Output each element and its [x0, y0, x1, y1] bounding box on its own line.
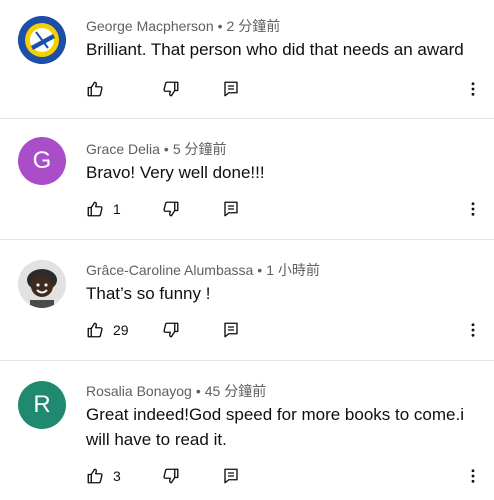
like-button[interactable]: 3 [86, 464, 121, 488]
comment-meta: Rosalia Bonayog • 45 分鐘前 [86, 381, 266, 401]
reply-button[interactable] [222, 197, 240, 221]
letter-avatar[interactable]: G [18, 137, 66, 185]
comment-text: Great indeed!God speed for more books to… [86, 405, 464, 449]
comment-item: G Grace Delia • 5 分鐘前 Bravo! Very well don… [0, 119, 494, 239]
separator: • [257, 262, 263, 278]
like-count: 29 [113, 322, 129, 338]
comment-time[interactable]: 2 分鐘前 [227, 18, 281, 34]
comment-time[interactable]: 5 分鐘前 [173, 141, 227, 157]
separator: • [217, 18, 223, 34]
letter-avatar[interactable]: R [18, 381, 66, 429]
comment-meta: George Macpherson • 2 分鐘前 [86, 16, 280, 36]
like-count: 3 [113, 468, 121, 484]
avatar-letter: R [33, 391, 51, 418]
comment-text: Bravo! Very well done!!! [86, 163, 265, 182]
comment-item: R Rosalia Bonayog • 45 分鐘前 Great indeed!Go… [0, 361, 494, 500]
club-crest-avatar[interactable] [18, 16, 66, 64]
comment-text: Brilliant. That person who did that need… [86, 40, 464, 59]
more-actions-button[interactable] [464, 464, 482, 488]
dislike-button[interactable] [162, 77, 180, 101]
reply-icon [224, 322, 238, 338]
separator: • [195, 383, 201, 399]
author-name[interactable]: Rosalia Bonayog [86, 383, 192, 399]
thumb-down-icon [163, 322, 179, 338]
more-actions-button[interactable] [464, 318, 482, 342]
reply-icon [224, 468, 238, 484]
photo-avatar[interactable] [18, 260, 66, 308]
comment-actions: 3 [86, 464, 486, 488]
thumb-down-icon [163, 201, 179, 217]
comment-meta: Grâce-Caroline Alumbassa • 1 小時前 [86, 260, 320, 280]
like-button[interactable]: 29 [86, 318, 129, 342]
reply-icon [224, 81, 238, 97]
thumb-up-icon [87, 322, 103, 338]
comment-time[interactable]: 1 小時前 [266, 262, 320, 278]
comment-meta: Grace Delia • 5 分鐘前 [86, 139, 227, 159]
separator: • [163, 141, 169, 157]
like-button[interactable]: 1 [86, 197, 121, 221]
reply-button[interactable] [222, 318, 240, 342]
reply-icon [224, 201, 238, 217]
comment-text: That’s so funny ! [86, 284, 211, 303]
avatar-letter: G [32, 147, 52, 174]
comment-item: Grâce-Caroline Alumbassa • 1 小時前 That’s so… [0, 240, 494, 360]
dislike-button[interactable] [162, 464, 180, 488]
comment-time[interactable]: 45 分鐘前 [205, 383, 266, 399]
comment-actions: 29 [86, 318, 486, 342]
thumb-up-icon [87, 201, 103, 217]
dislike-button[interactable] [162, 318, 180, 342]
more-vert-icon [471, 82, 475, 96]
comment-item: George Macpherson • 2 分鐘前 Brilliant. That … [0, 0, 494, 118]
author-name[interactable]: George Macpherson [86, 18, 214, 34]
comment-actions: 1 [86, 197, 486, 221]
thumb-up-icon [87, 468, 103, 484]
comment-actions [86, 77, 486, 101]
more-actions-button[interactable] [464, 77, 482, 101]
more-actions-button[interactable] [464, 197, 482, 221]
more-vert-icon [471, 469, 475, 483]
author-name[interactable]: Grace Delia [86, 141, 160, 157]
like-count: 1 [113, 201, 121, 217]
reply-button[interactable] [222, 464, 240, 488]
reply-button[interactable] [222, 77, 240, 101]
dislike-button[interactable] [162, 197, 180, 221]
like-button[interactable] [86, 77, 113, 101]
thumb-down-icon [163, 81, 179, 97]
author-name[interactable]: Grâce-Caroline Alumbassa [86, 262, 253, 278]
more-vert-icon [471, 202, 475, 216]
more-vert-icon [471, 323, 475, 337]
thumb-down-icon [163, 468, 179, 484]
thumb-up-icon [87, 81, 103, 97]
